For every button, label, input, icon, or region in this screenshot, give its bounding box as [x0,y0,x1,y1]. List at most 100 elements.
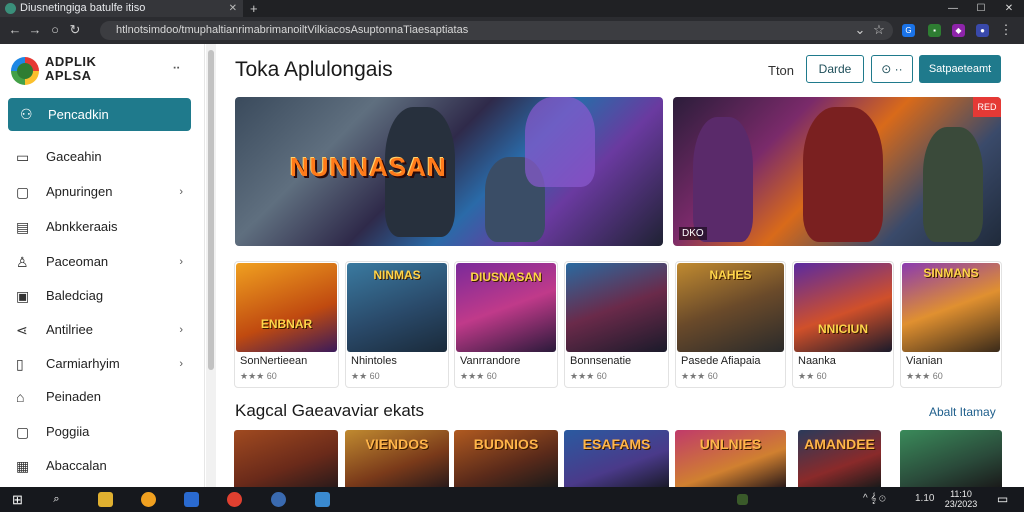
calendar-icon: ▭ [16,149,30,165]
app-name: SonNertieean [240,355,308,367]
address-bar[interactable]: htlnotsimdoo/tmuphaltianrimabrimanoiltVi… [100,21,893,40]
sidebar-scrollbar[interactable] [206,44,216,487]
sidebar-item-label: Paceoman [46,254,109,269]
sidebar-item-5[interactable]: ▣ Baledciag [16,284,191,308]
app-card[interactable]: Bonnsenatie ★★★ 60 [564,261,669,388]
featured-banner-2[interactable]: RED DKO [673,97,1001,246]
scrollbar-thumb[interactable] [208,50,214,370]
app-name: Pasede Afiapaia [681,355,761,367]
featured-banner-1[interactable]: NUNNASAN [235,97,663,246]
sidebar-item-label: Antilriee [46,322,93,337]
reload-icon[interactable]: ↻ [66,21,84,39]
app-name: Bonnsenatie [570,355,632,367]
clock-time: 11:10 [950,489,972,499]
file-explorer-icon[interactable] [98,492,113,507]
app-thumbnail-card[interactable]: AMANDEE [798,430,881,487]
edit-icon: ▣ [16,288,30,304]
google-ext-icon[interactable]: G [902,24,915,37]
tray-icons[interactable]: ^ 𝄞 ⊙ [863,493,886,504]
app-name: Naanka [798,355,836,367]
app-card[interactable]: ENBNAR SonNertieean ★★★ 60 [234,261,339,388]
list-icon: ▤ [16,219,30,235]
browser-tab[interactable]: Diusnetingiga batulfe itiso ✕ [0,0,243,17]
tab-close-icon[interactable]: ✕ [229,0,237,17]
app-thumbnail-card[interactable]: ESAFAMS [564,430,669,487]
app-thumbnail-card[interactable]: VIENDOS [345,430,449,487]
sidebar-item-label: Pencadkin [48,107,109,122]
sidebar-item-active[interactable]: ⚇ Pencadkin [8,98,191,131]
app-icon[interactable] [271,492,286,507]
grid-icon: ▦ [16,458,30,474]
menu-icon[interactable]: ⠒ [172,62,181,76]
share-icon: ⋖ [16,322,28,338]
tray-version-text: 1.10 [915,493,935,504]
app-logo [11,57,39,85]
site-favicon-icon [5,3,16,14]
profile-ext-icon[interactable]: ● [976,24,989,37]
primary-button[interactable]: Satpaeteamt [919,55,1001,83]
outline-button[interactable]: Darde [806,55,864,83]
sidebar-item-label: Gaceahin [46,149,102,164]
store-icon[interactable] [315,492,330,507]
close-window-button[interactable]: ✕ [995,0,1023,17]
browser-toolbar: ← → ○ ↻ htlnotsimdoo/tmuphaltianrimabrim… [0,17,1024,44]
app-name: Nhintoles [351,355,397,367]
minimize-button[interactable]: — [939,0,967,17]
document-icon: ▢ [16,184,30,200]
sidebar-item-2[interactable]: ▢ Apnuringen › [16,180,191,204]
sidebar-item-label: Baledciag [46,288,104,303]
sidebar-item-8[interactable]: ⌂ Peinaden [16,385,191,409]
windows-start-icon[interactable]: ⊞ [10,492,25,507]
sidebar-item-3[interactable]: ▤ Abnkkeraais [16,215,191,239]
extension-icon[interactable]: ▪ [928,24,941,37]
sidebar-item-label: Apnuringen [46,184,113,199]
maximize-button[interactable]: ☐ [967,0,995,17]
new-tab-button[interactable]: + [250,0,258,17]
app-thumbnail-card[interactable]: BUDNIOS [454,430,558,487]
app-name: Vianian [906,355,943,367]
app-thumbnail-card[interactable] [234,430,338,487]
app-card[interactable]: DIUSNASAN Vanrrandore ★★★ 60 [454,261,558,388]
back-arrow-icon[interactable]: ← [6,21,24,39]
banner-figure [803,107,883,242]
search-icon[interactable]: ⌕ [49,492,64,507]
sidebar-item-4[interactable]: ♙ Paceoman › [16,250,191,274]
stop-icon[interactable]: ○ [46,21,64,39]
app-card[interactable]: SINMANS Vianian ★★★ 60 [900,261,1002,388]
sidebar-item-1[interactable]: ▭ Gaceahin [16,145,191,169]
options-button[interactable]: ⊙ ·· [871,55,913,83]
sidebar-item-label: Abnkkeraais [46,219,118,234]
browser-menu-icon[interactable]: ⋮ [997,21,1015,39]
banner-badge: RED [973,97,1001,117]
app-card[interactable]: NAHES Pasede Afiapaia ★★★ 60 [675,261,786,388]
sidebar-item-9[interactable]: ▢ Poggiia [16,420,191,444]
browser-app-icon[interactable] [227,492,242,507]
chevron-right-icon: › [179,186,183,198]
sidebar-item-7[interactable]: ▯ Carmiarhyim › [16,352,191,376]
app-thumbnail-card[interactable] [900,430,1002,487]
app-thumbnail-card[interactable]: UNLNIES [675,430,786,487]
header-link[interactable]: Tton [768,63,794,78]
chrome-icon[interactable] [141,492,156,507]
app-rating: ★★ 60 [798,371,827,381]
sidebar-item-10[interactable]: ▦ Abaccalan [16,454,191,478]
notifications-icon[interactable]: ▭ [995,492,1010,507]
brand-line-2: APLSA [45,68,92,83]
brand-name: ADPLIK APLSA [45,55,96,83]
app-card[interactable]: NINMAS Nhintoles ★★ 60 [345,261,449,388]
app-rating: ★★★ 60 [681,371,718,381]
sidebar-item-6[interactable]: ⋖ Antilriee › [16,318,191,342]
taskbar-clock[interactable]: 11:10 23/2023 [939,489,983,509]
bookmark-star-icon[interactable]: ☆ [870,21,888,39]
app-card[interactable]: NNICIUN Naanka ★★ 60 [792,261,894,388]
section-view-all-link[interactable]: Abalt Itamay [929,405,996,419]
tray-app-icon[interactable] [737,494,748,505]
app-rating: ★★★ 60 [570,371,607,381]
app-rating: ★★★ 60 [460,371,497,381]
banner-title: NUNNASAN [290,152,447,182]
taskbar: ⊞ ⌕ ^ 𝄞 ⊙ 1.10 11:10 23/2023 ▭ [0,487,1024,512]
mail-icon[interactable] [184,492,199,507]
expand-icon[interactable]: ⌄ [851,21,869,39]
shield-ext-icon[interactable]: ◆ [952,24,965,37]
forward-arrow-icon[interactable]: → [26,21,44,39]
